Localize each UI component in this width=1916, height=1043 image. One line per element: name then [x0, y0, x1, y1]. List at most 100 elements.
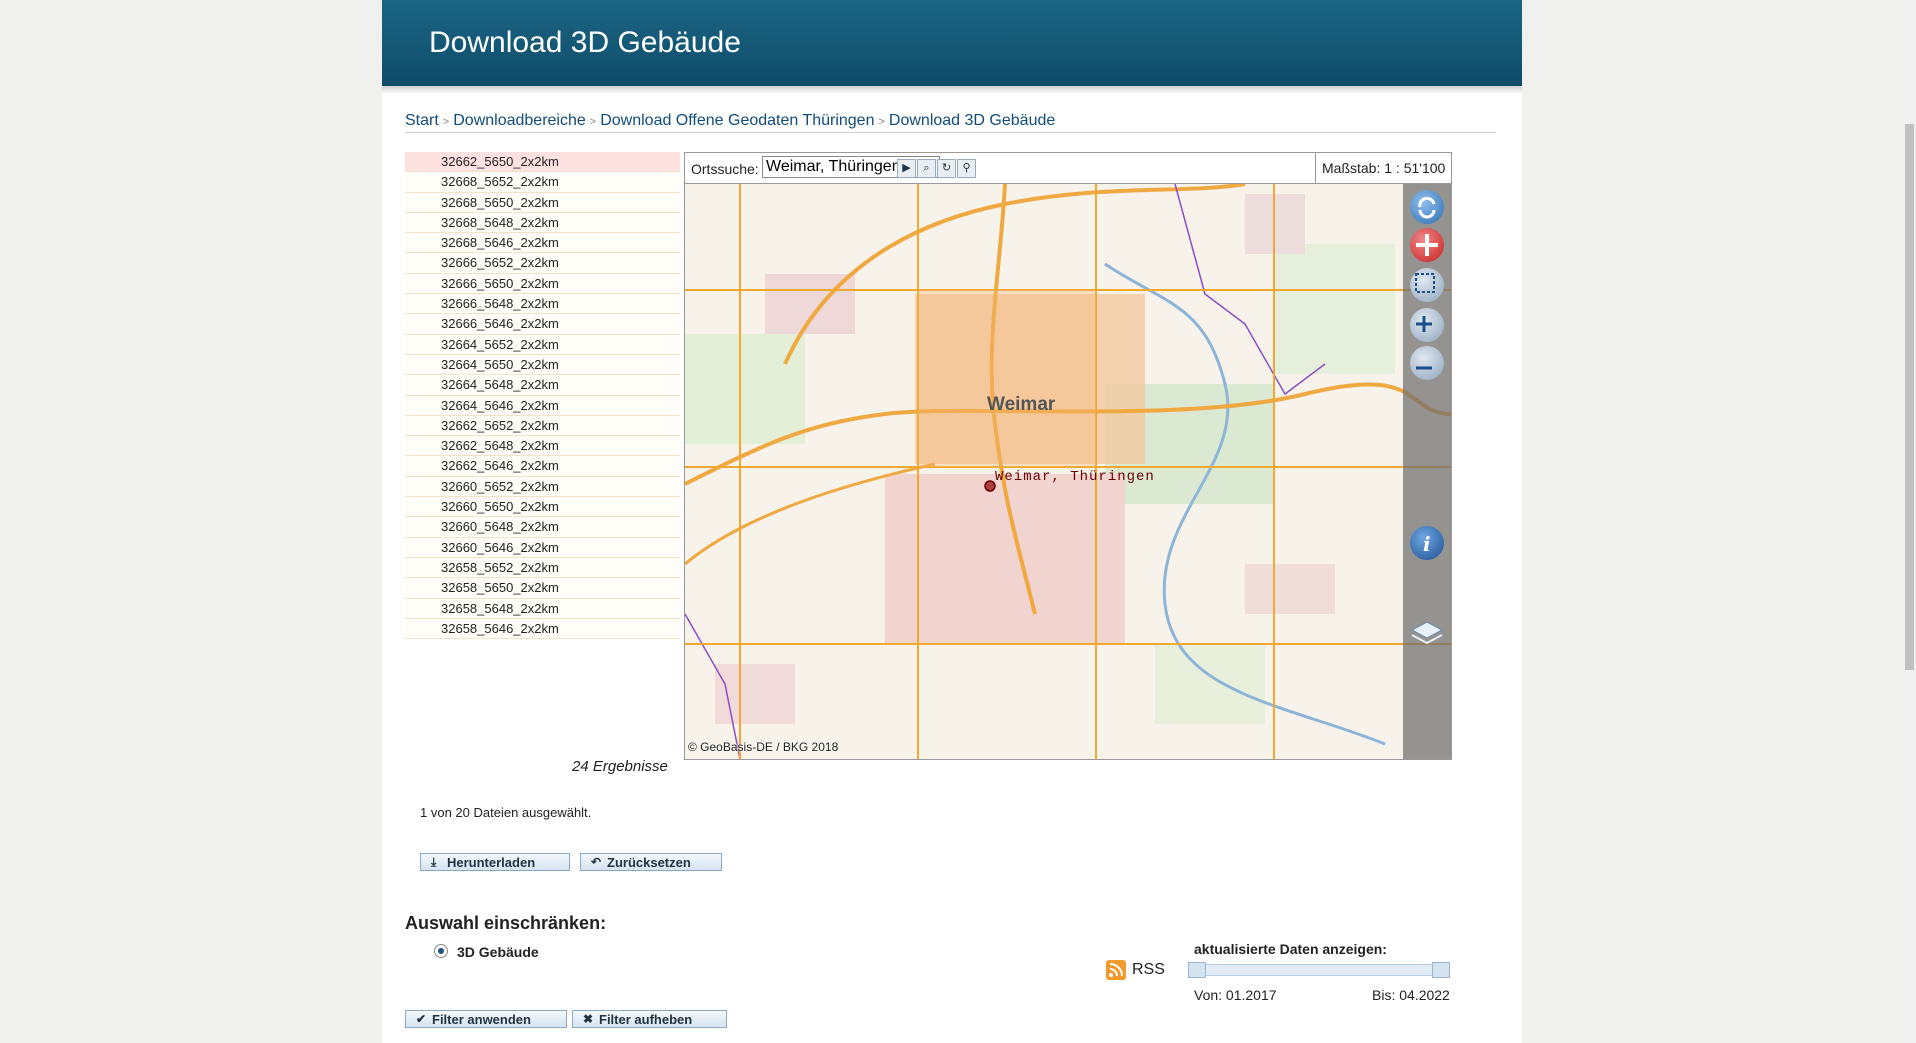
tile-list-item[interactable]: 32662_5650_2x2km [405, 152, 680, 173]
map-toolbar: Ortssuche: ▶ ⌕ ↻ ⚲ Maßstab: 1 : 51'100 [685, 153, 1451, 184]
refresh-icon [1418, 196, 1436, 219]
tile-list-item[interactable]: 32666_5650_2x2km [405, 273, 680, 295]
zoom-to-button[interactable]: ⌕ [917, 159, 936, 178]
date-to-label: Bis: 04.2022 [1372, 987, 1450, 1003]
tile-list-item[interactable]: 32662_5652_2x2km [405, 415, 680, 437]
results-count: 24 Ergebnisse [572, 758, 668, 775]
tile-list-item[interactable]: 32666_5652_2x2km [405, 253, 680, 274]
tile-list-item[interactable]: 32666_5646_2x2km [405, 314, 680, 335]
tile-list-item[interactable]: 32658_5650_2x2km [405, 578, 680, 599]
zoom-box-button[interactable] [1410, 268, 1444, 302]
breadcrumb: Start > Downloadbereiche > Download Offene G… [405, 112, 1496, 133]
breadcrumb-offene-geodaten[interactable]: Download Offene Geodaten Thüringen [600, 112, 874, 129]
scale-value: 1 : 51'100 [1384, 160, 1446, 176]
page: Download 3D Gebäude Start > Downloadbereic… [382, 0, 1522, 1043]
tile-list-item[interactable]: 32668_5650_2x2km [405, 192, 680, 213]
info-icon: i [1423, 532, 1431, 556]
green-area [1275, 244, 1395, 374]
tile-list-item[interactable]: 32664_5646_2x2km [405, 395, 680, 416]
pan-icon [1416, 234, 1438, 256]
header-shadow [382, 86, 1522, 94]
green-area [1155, 644, 1265, 724]
scale-label: Maßstab: [1322, 160, 1381, 176]
page-title: Download 3D Gebäude [429, 26, 741, 59]
slider-from-handle[interactable] [1188, 962, 1206, 978]
reset-search-button[interactable]: ↻ [937, 159, 956, 178]
rss-glyph [1109, 963, 1123, 977]
page-header: Download 3D Gebäude [382, 0, 1522, 86]
tile-list-item[interactable]: 32668_5646_2x2km [405, 233, 680, 254]
refresh-button[interactable] [1410, 190, 1444, 224]
zoom-out-icon [1416, 366, 1432, 370]
play-icon: ▶ [902, 162, 911, 174]
map-panel: Ortssuche: ▶ ⌕ ↻ ⚲ Maßstab: 1 : 51'100 [684, 152, 1452, 760]
pin-button[interactable]: ⚲ [957, 159, 976, 178]
pin-icon: ⚲ [962, 162, 971, 174]
tile-list-item[interactable]: 32660_5648_2x2km [405, 517, 680, 538]
layers-icon [1410, 621, 1444, 645]
tile-list-item[interactable]: 32660_5650_2x2km [405, 497, 680, 518]
scale-display: Maßstab: 1 : 51'100 [1315, 153, 1451, 183]
date-range-slider[interactable] [1188, 962, 1450, 978]
tile-list-item[interactable]: 32658_5648_2x2km [405, 598, 680, 619]
tile-list-item[interactable]: 32666_5648_2x2km [405, 294, 680, 315]
page-scrollbar[interactable] [1902, 0, 1916, 1043]
residential-area [885, 474, 1125, 644]
green-area [685, 334, 805, 444]
scrollbar-thumb[interactable] [1905, 124, 1914, 670]
breadcrumb-start[interactable]: Start [405, 112, 439, 129]
tile-list-item[interactable]: 32664_5650_2x2km [405, 354, 680, 376]
radio-3d-gebaeude-label: 3D Gebäude [457, 944, 539, 960]
map-view[interactable]: Weimar Weimar, Thüringen © GeoBasis-DE /… [685, 184, 1451, 759]
check-icon: ✔ [416, 1012, 427, 1026]
reset-icon: ↻ [941, 162, 952, 174]
clear-filter-label: Filter aufheben [599, 1012, 693, 1027]
tile-list-item[interactable]: 32662_5648_2x2km [405, 436, 680, 457]
search-go-button[interactable]: ▶ [897, 159, 916, 178]
tile-list-item[interactable]: 32664_5648_2x2km [405, 375, 680, 396]
breadcrumb-current[interactable]: Download 3D Gebäude [889, 112, 1055, 129]
apply-filter-button[interactable]: ✔ Filter anwenden [405, 1010, 567, 1028]
zoom-to-icon: ⌕ [923, 162, 930, 174]
search-label: Ortssuche: [691, 161, 759, 177]
residential-area [1245, 564, 1335, 614]
location-marker [984, 480, 996, 492]
reset-button[interactable]: ↶ Zurücksetzen [580, 853, 722, 871]
map-copyright: © GeoBasis-DE / BKG 2018 [688, 740, 839, 754]
pan-button[interactable] [1410, 228, 1444, 262]
tile-list-item[interactable]: 32658_5646_2x2km [405, 618, 680, 640]
zoom-out-button[interactable] [1410, 346, 1444, 380]
apply-filter-label: Filter anwenden [432, 1012, 531, 1027]
zoom-in-button[interactable] [1410, 308, 1444, 342]
download-button[interactable]: ⤓ Herunterladen [420, 853, 570, 871]
layers-button[interactable] [1410, 616, 1444, 650]
undo-icon: ↶ [591, 855, 602, 869]
tile-list-item[interactable]: 32664_5652_2x2km [405, 334, 680, 355]
tile-list-item[interactable]: 32668_5652_2x2km [405, 172, 680, 193]
selection-status: 1 von 20 Dateien ausgewählt. [420, 805, 592, 820]
tile-list-item[interactable]: 32660_5652_2x2km [405, 476, 680, 498]
selected-tile-highlight [918, 290, 1096, 467]
close-icon: ✖ [583, 1012, 594, 1026]
date-filter-label: aktualisierte Daten anzeigen: [1194, 941, 1387, 957]
breadcrumb-downloadbereiche[interactable]: Downloadbereiche [453, 112, 586, 129]
svg-text:i: i [1423, 532, 1431, 556]
tile-list-item[interactable]: 32668_5648_2x2km [405, 212, 680, 234]
download-icon: ⤓ [431, 855, 437, 869]
slider-to-handle[interactable] [1432, 962, 1450, 978]
tile-list: 32662_5650_2x2km 32668_5652_2x2km 32668_56… [405, 152, 680, 640]
tile-list-item[interactable]: 32658_5652_2x2km [405, 557, 680, 579]
breadcrumb-separator: > [878, 116, 885, 128]
marker-label: Weimar, Thüringen [995, 469, 1155, 485]
city-name-label: Weimar [987, 394, 1056, 415]
download-button-label: Herunterladen [447, 855, 536, 870]
reset-button-label: Zurücksetzen [607, 855, 691, 870]
tile-list-item[interactable]: 32662_5646_2x2km [405, 456, 680, 477]
rss-icon[interactable] [1106, 960, 1126, 980]
clear-filter-button[interactable]: ✖ Filter aufheben [572, 1010, 727, 1028]
rss-link[interactable]: RSS [1132, 961, 1165, 979]
tile-list-item[interactable]: 32660_5646_2x2km [405, 537, 680, 558]
radio-3d-gebaeude[interactable] [434, 944, 448, 958]
info-button[interactable]: i [1410, 526, 1444, 560]
map-control-bar: i [1403, 184, 1451, 759]
